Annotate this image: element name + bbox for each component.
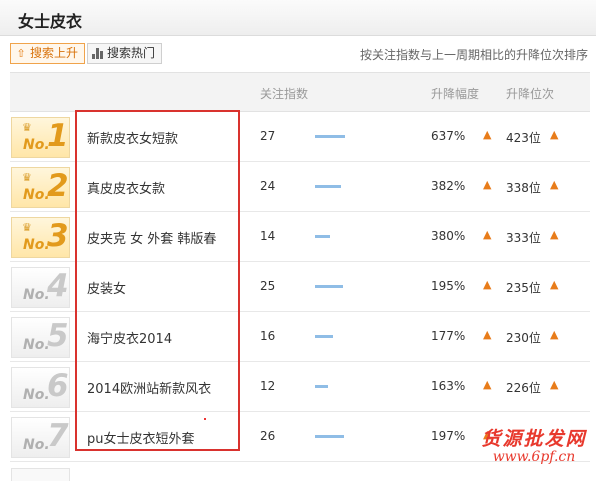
rise-rank: 226位 (506, 381, 541, 395)
rank-prefix: No. (23, 387, 50, 403)
rise-rate: 177% (431, 329, 466, 343)
crown-icon: ♛ (22, 171, 32, 184)
crown-icon: ♛ (22, 121, 32, 134)
attention-index-bar (315, 435, 344, 438)
rank-prefix: No. (23, 337, 50, 353)
rank-badge-partial (11, 468, 70, 481)
attention-index-value: 16 (260, 329, 276, 343)
rise-rank: 423位 (506, 131, 541, 145)
tab-label: 搜索上升 (30, 46, 79, 60)
tab-label: 搜索热门 (107, 46, 156, 60)
column-rise-rank[interactable]: 升降位次 (506, 85, 554, 102)
watermark-url: www.6pf.cn (492, 449, 576, 465)
watermark: 货源批发网 www.6pf.cn (478, 424, 590, 465)
tab-bar: ⇧ 搜索上升 搜索热门 (10, 43, 164, 65)
up-arrow-icon: ▲ (550, 278, 559, 291)
rank-badge: No. 5 (11, 317, 70, 358)
sort-note: 按关注指数与上一周期相比的升降位次排序 (359, 48, 588, 62)
attention-index-value: 24 (260, 179, 276, 193)
page-title: 女士皮衣 (18, 12, 83, 31)
rise-rank: 230位 (506, 331, 541, 345)
rank-number: 6 (47, 368, 69, 404)
up-arrow-icon: ▲ (550, 378, 559, 391)
upload-arrow-icon: ⇧ (16, 47, 26, 60)
attention-index-bar (315, 335, 333, 338)
attention-index-bar (315, 235, 330, 238)
attention-index-bar (315, 185, 341, 188)
rank-badge: ♛ No. 2 (11, 167, 70, 208)
rank-prefix: No. (23, 237, 50, 253)
attention-index-value: 14 (260, 229, 276, 243)
rise-rate: 195% (431, 279, 466, 293)
column-rise-rate[interactable]: 升降幅度 (431, 85, 479, 102)
up-arrow-icon: ▲ (483, 328, 492, 341)
rise-rate: 163% (431, 379, 466, 393)
up-arrow-icon: ▲ (550, 178, 559, 191)
rise-rate: 637% (431, 129, 466, 143)
attention-index-bar (315, 285, 343, 288)
rank-badge: ♛ No. 3 (11, 217, 70, 258)
rank-number: 2 (47, 168, 69, 204)
crown-icon: ♛ (22, 221, 32, 234)
rank-number: 3 (47, 218, 69, 254)
attention-index-bar (315, 385, 328, 388)
rise-rate: 382% (431, 179, 466, 193)
rank-badge: No. 6 (11, 367, 70, 408)
rank-prefix: No. (23, 187, 50, 203)
rank-number: 5 (47, 318, 69, 354)
up-arrow-icon: ▲ (483, 128, 492, 141)
rank-badge: ♛ No. 1 (11, 117, 70, 158)
up-arrow-icon: ▲ (483, 378, 492, 391)
rank-number: 7 (47, 418, 69, 454)
attention-index-bar (315, 135, 345, 138)
attention-index-value: 26 (260, 429, 276, 443)
watermark-name: 货源批发网 (481, 428, 587, 450)
attention-index-value: 12 (260, 379, 276, 393)
rank-badge: No. 4 (11, 267, 70, 308)
column-attention-index[interactable]: 关注指数 (260, 85, 308, 102)
tab-search-rising[interactable]: ⇧ 搜索上升 (10, 43, 86, 64)
bar-chart-icon (92, 48, 104, 59)
up-arrow-icon: ▲ (550, 228, 559, 241)
rank-number: 4 (47, 268, 69, 304)
up-arrow-icon: ▲ (483, 178, 492, 191)
rise-rank: 338位 (506, 181, 541, 195)
red-dot (204, 418, 206, 420)
rank-prefix: No. (23, 137, 50, 153)
rank-number: 1 (47, 118, 69, 154)
rise-rank: 235位 (506, 281, 541, 295)
rise-rank: 333位 (506, 231, 541, 245)
rise-rate: 380% (431, 229, 466, 243)
attention-index-value: 27 (260, 129, 276, 143)
up-arrow-icon: ▲ (483, 278, 492, 291)
rank-badge: No. 7 (11, 417, 70, 458)
up-arrow-icon: ▲ (550, 128, 559, 141)
header-bar: 女士皮衣 (0, 0, 596, 36)
rise-rate: 197% (431, 429, 466, 443)
rank-prefix: No. (23, 287, 50, 303)
rank-prefix: No. (23, 437, 50, 453)
table-header: 关注指数 升降幅度 升降位次 (10, 72, 590, 112)
up-arrow-icon: ▲ (550, 328, 559, 341)
attention-index-value: 25 (260, 279, 276, 293)
highlight-box (75, 110, 240, 451)
up-arrow-icon: ▲ (483, 228, 492, 241)
tab-search-hot[interactable]: 搜索热门 (87, 43, 163, 64)
